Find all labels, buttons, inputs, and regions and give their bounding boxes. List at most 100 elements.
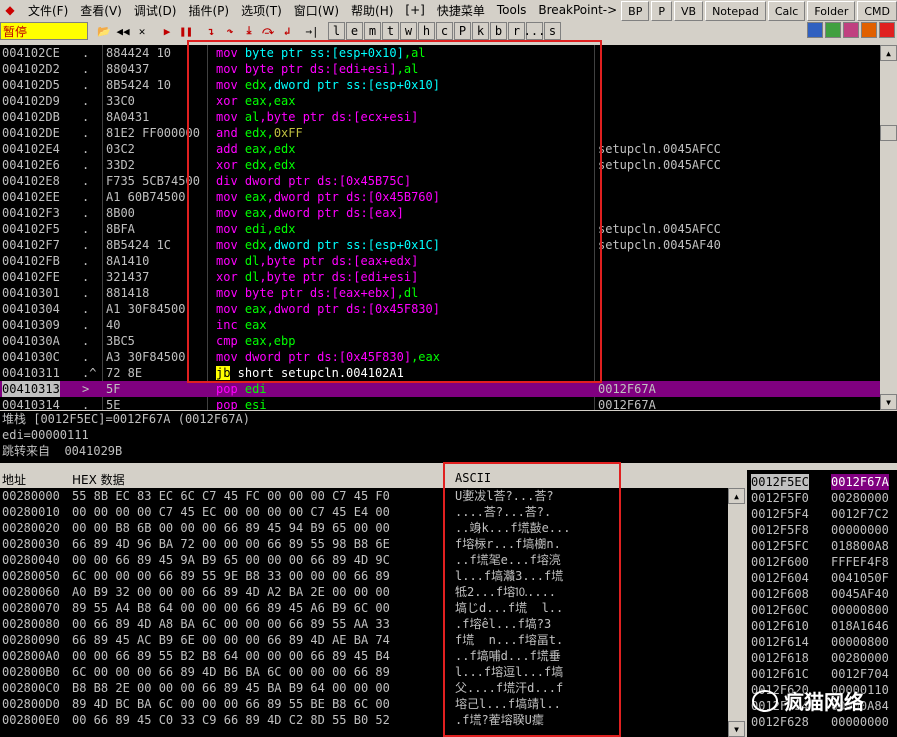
- stack-row[interactable]: 0012F610 018A1646: [747, 618, 897, 634]
- dump-hex: 6C 00 00 00 66 89 4D B6 BA 6C 00 00 00 6…: [72, 665, 390, 679]
- stack-value: 0012F704: [831, 667, 889, 681]
- cpu-window-button[interactable]: c: [436, 22, 453, 40]
- log-window-button[interactable]: l: [328, 22, 345, 40]
- dump-address: 00280060: [2, 585, 60, 599]
- stack-row[interactable]: 0012F600 FFFEF4F8: [747, 554, 897, 570]
- bp-button[interactable]: BP: [621, 1, 650, 21]
- menu-plus[interactable]: [+]: [399, 3, 430, 17]
- execute-till-return-icon[interactable]: ↲: [278, 22, 296, 40]
- disasm-comment: 0012F67A: [598, 398, 656, 410]
- disasm-marker: .: [82, 334, 90, 348]
- disasm-address: 00410304: [2, 302, 60, 316]
- dump-scroll-down-icon[interactable]: ▼: [728, 721, 745, 737]
- handles-window-button[interactable]: h: [418, 22, 435, 40]
- scroll-down-icon[interactable]: ▼: [880, 394, 897, 410]
- stack-address: 0012F5EC: [751, 474, 809, 490]
- stack-row[interactable]: 0012F5F4 0012F7C2: [747, 506, 897, 522]
- disasm-instruction: pop esi: [216, 397, 267, 410]
- breakpoints-window-button[interactable]: b: [490, 22, 507, 40]
- record-icon[interactable]: [861, 22, 877, 38]
- modules-window-button[interactable]: e: [346, 22, 363, 40]
- disasm-marker: .^: [82, 366, 97, 380]
- cmd-button[interactable]: CMD: [857, 1, 897, 21]
- dump-header-hex[interactable]: HEX 数据: [72, 471, 125, 488]
- dump-scroll-up-icon[interactable]: ▲: [728, 488, 745, 504]
- stack-row[interactable]: 0012F628 00000000: [747, 714, 897, 730]
- scroll-up-icon[interactable]: ▲: [880, 45, 897, 61]
- callstack-window-button[interactable]: k: [472, 22, 489, 40]
- notepad-button[interactable]: Notepad: [705, 1, 766, 21]
- stack-row[interactable]: 0012F608 0045AF40: [747, 586, 897, 602]
- disasm-marker: .: [82, 398, 90, 410]
- stack-address: 0012F600: [751, 555, 809, 569]
- a-icon[interactable]: [843, 22, 859, 38]
- menu-file[interactable]: 文件(F): [22, 2, 74, 19]
- trace-into-icon[interactable]: ⤓: [240, 22, 258, 40]
- step-into-icon[interactable]: ↴: [202, 22, 220, 40]
- run-icon[interactable]: ▶: [158, 22, 176, 40]
- patches-window-button[interactable]: P: [454, 22, 471, 40]
- menu-options[interactable]: 选项(T): [235, 2, 288, 19]
- stack-value: 00000000: [831, 715, 889, 729]
- threads-window-button[interactable]: t: [382, 22, 399, 40]
- menu-help[interactable]: 帮助(H): [345, 2, 399, 19]
- stack-value: 0012F67A: [831, 474, 889, 490]
- menu-breakpoint[interactable]: BreakPoint->: [532, 3, 623, 17]
- open-icon[interactable]: 📂: [95, 22, 113, 40]
- windows-window-button[interactable]: w: [400, 22, 417, 40]
- close-icon[interactable]: ✕: [133, 22, 151, 40]
- dump-header-address[interactable]: 地址: [2, 471, 26, 488]
- memory-window-button[interactable]: m: [364, 22, 381, 40]
- trace-over-icon[interactable]: ⤼: [259, 22, 277, 40]
- menu-window[interactable]: 窗口(W): [288, 2, 345, 19]
- p-button[interactable]: P: [651, 1, 672, 21]
- pause-all-icon[interactable]: [825, 22, 841, 38]
- refresh-icon[interactable]: [807, 22, 823, 38]
- step-over-icon[interactable]: ↷: [221, 22, 239, 40]
- stack-row[interactable]: 0012F604 0041050F: [747, 570, 897, 586]
- folder-button[interactable]: Folder: [807, 1, 856, 21]
- menu-plugins[interactable]: 插件(P): [182, 2, 235, 19]
- dump-hex: 6C 00 00 00 66 89 55 9E B8 33 00 00 00 6…: [72, 569, 390, 583]
- disasm-address: 0041030C: [2, 350, 60, 364]
- asm-token: pop: [216, 398, 245, 410]
- menu-debug[interactable]: 调试(D): [128, 2, 183, 19]
- stack-row[interactable]: 0012F5FC 018800A8: [747, 538, 897, 554]
- disasm-address: 004102D5: [2, 78, 60, 92]
- stack-value: 00280000: [831, 651, 889, 665]
- dump-hex: 66 89 45 AC B9 6E 00 00 00 66 89 4D AE B…: [72, 633, 390, 647]
- stack-value: 00000800: [831, 603, 889, 617]
- stack-address: 0012F628: [751, 715, 809, 729]
- info-pane: 堆栈 [0012F5EC]=0012F67A (0012F67A) edi=00…: [0, 411, 897, 463]
- menu-view[interactable]: 查看(V): [74, 2, 128, 19]
- calc-button[interactable]: Calc: [767, 1, 806, 21]
- stack-row[interactable]: 0012F5F8 00000000: [747, 522, 897, 538]
- dump-address: 002800D0: [2, 697, 60, 711]
- disassembly-scrollbar[interactable]: ▲ ▼: [880, 45, 897, 410]
- stack-row[interactable]: 0012F5F0 00280000: [747, 490, 897, 506]
- disasm-address: 00410301: [2, 286, 60, 300]
- goto-icon[interactable]: →|: [303, 22, 321, 40]
- disasm-row[interactable]: 00410314. 5E pop esi 0012F67A: [0, 397, 880, 410]
- stack-address: 0012F618: [751, 651, 809, 665]
- stack-row[interactable]: 0012F618 00280000: [747, 650, 897, 666]
- runtrace-window-button[interactable]: ...: [524, 22, 545, 40]
- dump-scrollbar[interactable]: ▲ ▼: [728, 470, 745, 737]
- stack-row[interactable]: 0012F614 00000800: [747, 634, 897, 650]
- scroll-thumb[interactable]: [880, 125, 897, 141]
- menu-tools[interactable]: Tools: [491, 3, 533, 17]
- stack-row[interactable]: 0012F60C 00000800: [747, 602, 897, 618]
- stack-address: 0012F61C: [751, 667, 809, 681]
- menu-shortcut[interactable]: 快捷菜单: [431, 2, 491, 19]
- vb-button[interactable]: VB: [673, 1, 704, 21]
- stack-row[interactable]: 0012F5EC 0012F67A: [747, 474, 897, 490]
- disasm-row[interactable]: 00410313 >5F pop edi 0012F67A: [0, 381, 880, 397]
- pause-icon[interactable]: ❚❚: [177, 22, 195, 40]
- source-window-button[interactable]: s: [544, 22, 561, 40]
- references-window-button[interactable]: r: [508, 22, 525, 40]
- rewind-icon[interactable]: ◀◀: [114, 22, 132, 40]
- stack-row[interactable]: 0012F61C 0012F704: [747, 666, 897, 682]
- stack-address: 0012F610: [751, 619, 809, 633]
- stop-icon[interactable]: [879, 22, 895, 38]
- stack-value: 00000800: [831, 635, 889, 649]
